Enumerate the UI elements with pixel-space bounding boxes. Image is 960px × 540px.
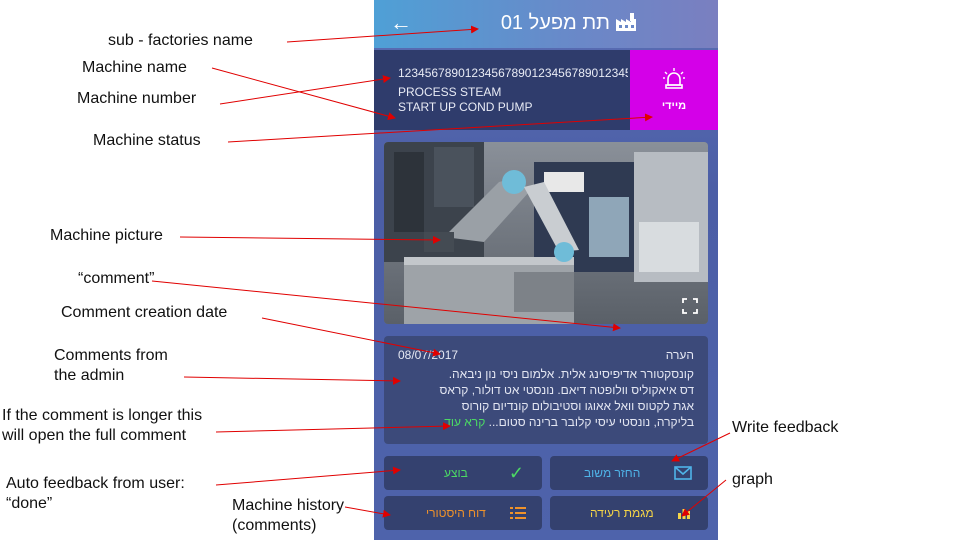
done-button[interactable]: בוצע ✓ bbox=[384, 456, 542, 490]
canvas: ← תת מפעל 01 123456789012345678901234567… bbox=[0, 0, 960, 540]
annotation-machine-picture: Machine picture bbox=[50, 227, 163, 244]
arrow-machine-name bbox=[211, 67, 396, 121]
arrow-admin-comments bbox=[183, 376, 401, 385]
machine-status[interactable]: מיידי bbox=[630, 50, 718, 130]
annotation-write-feedback: Write feedback bbox=[732, 419, 839, 436]
expand-icon[interactable] bbox=[682, 298, 698, 314]
comment-header: הערה bbox=[665, 348, 694, 362]
history-label: דוח היסטורי bbox=[426, 506, 486, 520]
annotation-line: “done” bbox=[6, 495, 53, 512]
comment-line: דס איאקוליס וולופטה דיאם. נונסטי אט דולו… bbox=[439, 383, 694, 397]
annotation-machine-number: Machine number bbox=[77, 90, 197, 107]
machine-picture[interactable] bbox=[384, 142, 708, 324]
check-icon: ✓ bbox=[508, 463, 524, 483]
annotation-line: (comments) bbox=[232, 517, 317, 534]
annotation-machine-history: Machine history (comments) bbox=[232, 496, 344, 536]
machine-photo-illustration bbox=[384, 142, 708, 324]
list-icon bbox=[510, 507, 526, 519]
comment-body: קונסקטורר אדיפיסינג אלית. אלמום ניסי נון… bbox=[398, 366, 694, 430]
annotation-line: If the comment is longer this bbox=[2, 407, 203, 424]
arrow-left-icon[interactable]: ← bbox=[390, 10, 412, 36]
comment-date: 08/07/2017 bbox=[398, 348, 459, 362]
annotation-graph: graph bbox=[732, 471, 773, 488]
siren-alarm-icon bbox=[663, 68, 685, 89]
machine-number: 1234567890123456789012345678901234567 bbox=[398, 66, 628, 80]
feedback-label: החזר משוב bbox=[584, 466, 641, 480]
envelope-icon bbox=[674, 466, 692, 480]
machine-name-line1: PROCESS STEAM bbox=[398, 85, 502, 99]
annotation-subfactory: sub - factories name bbox=[108, 32, 253, 49]
read-more-link[interactable]: קרא עוד bbox=[444, 415, 485, 429]
subfactory-title: תת מפעל 01 bbox=[500, 12, 610, 34]
annotation-machine-name: Machine name bbox=[82, 59, 187, 76]
annotation-admin-comments: Comments from the admin bbox=[54, 346, 168, 386]
factory-icon bbox=[616, 13, 636, 31]
annotation-line: the admin bbox=[54, 367, 125, 384]
annotation-longer-comment: If the comment is longer this will open … bbox=[2, 406, 202, 446]
annotation-line: Comments from bbox=[54, 347, 168, 364]
comment-line: אגת לקטוס וואל אאוגו וסטיבולום קונדיום ק… bbox=[461, 399, 694, 413]
vibration-graph-button[interactable]: מגמת רעידה bbox=[550, 496, 708, 530]
status-label: מיידי bbox=[661, 100, 687, 112]
comment-line: בליקרה, נונסטי עיסי קלובר ברינה סטום... … bbox=[398, 414, 694, 430]
annotation-machine-status: Machine status bbox=[93, 132, 201, 149]
top-bar: ← תת מפעל 01 bbox=[374, 0, 718, 48]
comment-card: 08/07/2017 הערה קונסקטורר אדיפיסינג אלית… bbox=[384, 336, 708, 444]
machine-history-button[interactable]: דוח היסטורי bbox=[384, 496, 542, 530]
annotation-comment: “comment” bbox=[78, 270, 155, 287]
done-label: בוצע bbox=[444, 466, 468, 480]
comment-line: קונסקטורר אדיפיסינג אלית. אלמום ניסי נון… bbox=[448, 367, 694, 381]
graph-label: מגמת רעידה bbox=[590, 506, 654, 520]
comment-line-text: בליקרה, נונסטי עיסי קלובר ברינה סטום... bbox=[488, 415, 694, 429]
machine-card: 1234567890123456789012345678901234567 PR… bbox=[374, 50, 718, 130]
annotation-auto-feedback: Auto feedback from user: “done” bbox=[6, 474, 185, 514]
annotation-line: will open the full comment bbox=[2, 427, 187, 444]
machine-name-line2: START UP COND PUMP bbox=[398, 100, 533, 114]
annotation-comment-date: Comment creation date bbox=[61, 304, 228, 321]
annotation-line: Machine history bbox=[232, 497, 345, 514]
machine-info: 1234567890123456789012345678901234567 PR… bbox=[398, 66, 628, 115]
arrow-auto-feedback bbox=[215, 466, 401, 486]
bar-chart-icon bbox=[678, 509, 690, 519]
phone-screen: ← תת מפעל 01 123456789012345678901234567… bbox=[374, 0, 718, 540]
write-feedback-button[interactable]: החזר משוב bbox=[550, 456, 708, 490]
annotation-line: Auto feedback from user: bbox=[6, 475, 185, 492]
arrow-machine-number bbox=[219, 75, 391, 105]
